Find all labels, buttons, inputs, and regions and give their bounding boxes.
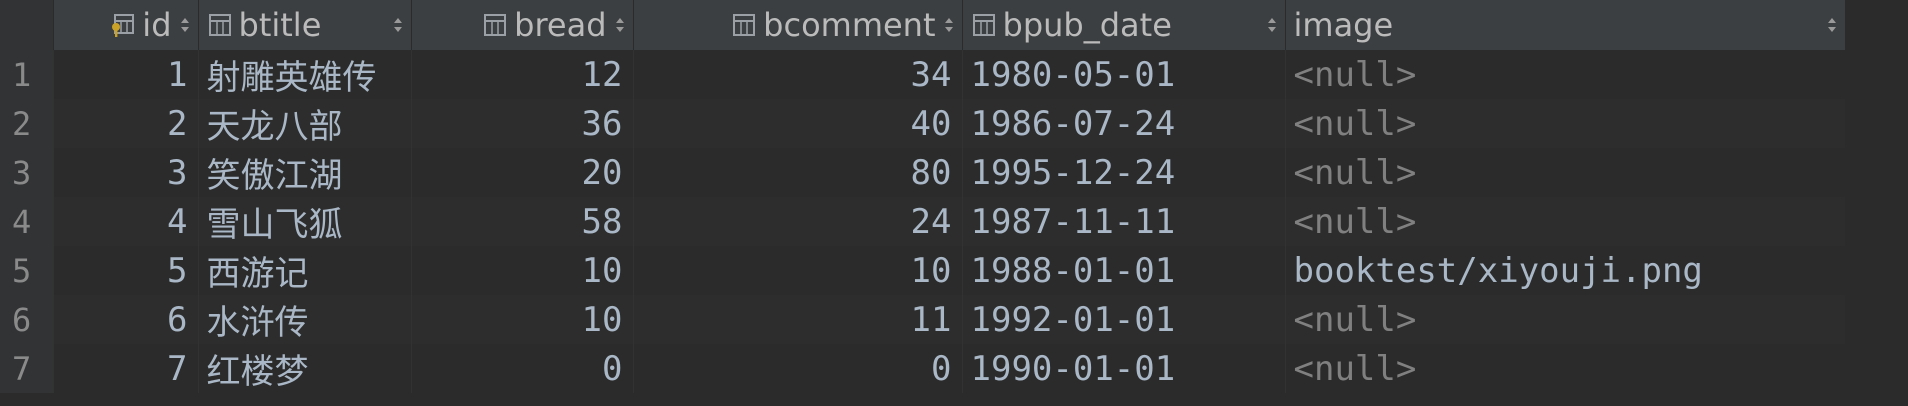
cell-id[interactable]: 2 — [53, 99, 199, 148]
cell-bpub-date[interactable]: 1990-01-01 — [962, 344, 1286, 393]
column-header-label: id — [142, 6, 172, 44]
cell-image[interactable]: booktest/xiyouji.png — [1285, 246, 1846, 295]
column-header-label: bcomment — [763, 6, 936, 44]
cell-image[interactable]: <null> — [1285, 99, 1846, 148]
column-header-bcomment[interactable]: bcomment — [633, 0, 963, 50]
cell-btitle[interactable]: 笑傲江湖 — [198, 148, 412, 197]
cell-image[interactable]: <null> — [1285, 295, 1846, 344]
cell-id[interactable]: 1 — [53, 50, 199, 99]
grid-empty-area — [1845, 0, 1908, 406]
cell-bpub-date[interactable]: 1995-12-24 — [962, 148, 1286, 197]
cell-bread[interactable]: 0 — [411, 344, 634, 393]
column-icon — [972, 14, 995, 36]
cell-bcomment[interactable]: 40 — [633, 99, 963, 148]
column-header-bread[interactable]: bread — [411, 0, 634, 50]
row-number[interactable]: 7 — [0, 344, 54, 393]
table-row[interactable]: 1 1 射雕英雄传 12 34 1980-05-01 <null> — [0, 50, 1846, 99]
table-row[interactable]: 7 7 红楼梦 0 0 1990-01-01 <null> — [0, 344, 1846, 393]
column-header-label: btitle — [238, 6, 322, 44]
cell-id[interactable]: 7 — [53, 344, 199, 393]
cell-id[interactable]: 6 — [53, 295, 199, 344]
column-header-label: image — [1293, 6, 1394, 44]
cell-btitle[interactable]: 雪山飞狐 — [198, 197, 412, 246]
column-header-btitle[interactable]: btitle — [198, 0, 412, 50]
column-header-image[interactable]: image — [1285, 0, 1846, 50]
row-number[interactable]: 2 — [0, 99, 54, 148]
row-number[interactable]: 1 — [0, 50, 54, 99]
primary-key-column-icon — [112, 14, 135, 37]
cell-bcomment[interactable]: 0 — [633, 344, 963, 393]
cell-image[interactable]: <null> — [1285, 50, 1846, 99]
column-header-label: bread — [514, 6, 607, 44]
cell-bpub-date[interactable]: 1980-05-01 — [962, 50, 1286, 99]
table-row[interactable]: 6 6 水浒传 10 11 1992-01-01 <null> — [0, 295, 1846, 344]
cell-id[interactable]: 4 — [53, 197, 199, 246]
cell-bcomment[interactable]: 11 — [633, 295, 963, 344]
cell-id[interactable]: 5 — [53, 246, 199, 295]
column-icon — [733, 14, 756, 36]
cell-bpub-date[interactable]: 1986-07-24 — [962, 99, 1286, 148]
table-row[interactable]: 5 5 西游记 10 10 1988-01-01 booktest/xiyouji.png — [0, 246, 1846, 295]
sort-icon[interactable] — [944, 17, 954, 33]
header-row: id btitle bread bcomment bpub_date image — [0, 0, 1846, 50]
data-grid: id btitle bread bcomment bpub_date image… — [0, 0, 1908, 406]
cell-bcomment[interactable]: 34 — [633, 50, 963, 99]
cell-btitle[interactable]: 红楼梦 — [198, 344, 412, 393]
cell-bread[interactable]: 36 — [411, 99, 634, 148]
column-header-bpub-date[interactable]: bpub_date — [962, 0, 1286, 50]
cell-bread[interactable]: 20 — [411, 148, 634, 197]
cell-bcomment[interactable]: 10 — [633, 246, 963, 295]
cell-btitle[interactable]: 水浒传 — [198, 295, 412, 344]
cell-image[interactable]: <null> — [1285, 197, 1846, 246]
cell-btitle[interactable]: 天龙八部 — [198, 99, 412, 148]
cell-bread[interactable]: 10 — [411, 246, 634, 295]
results-table: id btitle bread bcomment bpub_date image… — [0, 0, 1846, 393]
column-header-id[interactable]: id — [53, 0, 199, 50]
table-row[interactable]: 2 2 天龙八部 36 40 1986-07-24 <null> — [0, 99, 1846, 148]
table-row[interactable]: 4 4 雪山飞狐 58 24 1987-11-11 <null> — [0, 197, 1846, 246]
sort-icon[interactable] — [615, 17, 625, 33]
cell-btitle[interactable]: 射雕英雄传 — [198, 50, 412, 99]
column-icon — [484, 14, 507, 36]
sort-icon[interactable] — [1267, 17, 1277, 33]
cell-bcomment[interactable]: 80 — [633, 148, 963, 197]
cell-image[interactable]: <null> — [1285, 148, 1846, 197]
cell-bpub-date[interactable]: 1988-01-01 — [962, 246, 1286, 295]
row-number[interactable]: 4 — [0, 197, 54, 246]
cell-id[interactable]: 3 — [53, 148, 199, 197]
cell-bread[interactable]: 10 — [411, 295, 634, 344]
cell-bpub-date[interactable]: 1992-01-01 — [962, 295, 1286, 344]
cell-bpub-date[interactable]: 1987-11-11 — [962, 197, 1286, 246]
cell-bread[interactable]: 12 — [411, 50, 634, 99]
cell-bcomment[interactable]: 24 — [633, 197, 963, 246]
cell-btitle[interactable]: 西游记 — [198, 246, 412, 295]
row-number-header — [0, 0, 54, 50]
sort-icon[interactable] — [1827, 17, 1837, 33]
cell-bread[interactable]: 58 — [411, 197, 634, 246]
row-number[interactable]: 6 — [0, 295, 54, 344]
column-icon — [208, 14, 231, 36]
cell-image[interactable]: <null> — [1285, 344, 1846, 393]
sort-icon[interactable] — [180, 17, 190, 33]
row-number[interactable]: 3 — [0, 148, 54, 197]
sort-icon[interactable] — [393, 17, 403, 33]
row-number[interactable]: 5 — [0, 246, 54, 295]
column-header-label: bpub_date — [1002, 6, 1172, 44]
table-row[interactable]: 3 3 笑傲江湖 20 80 1995-12-24 <null> — [0, 148, 1846, 197]
